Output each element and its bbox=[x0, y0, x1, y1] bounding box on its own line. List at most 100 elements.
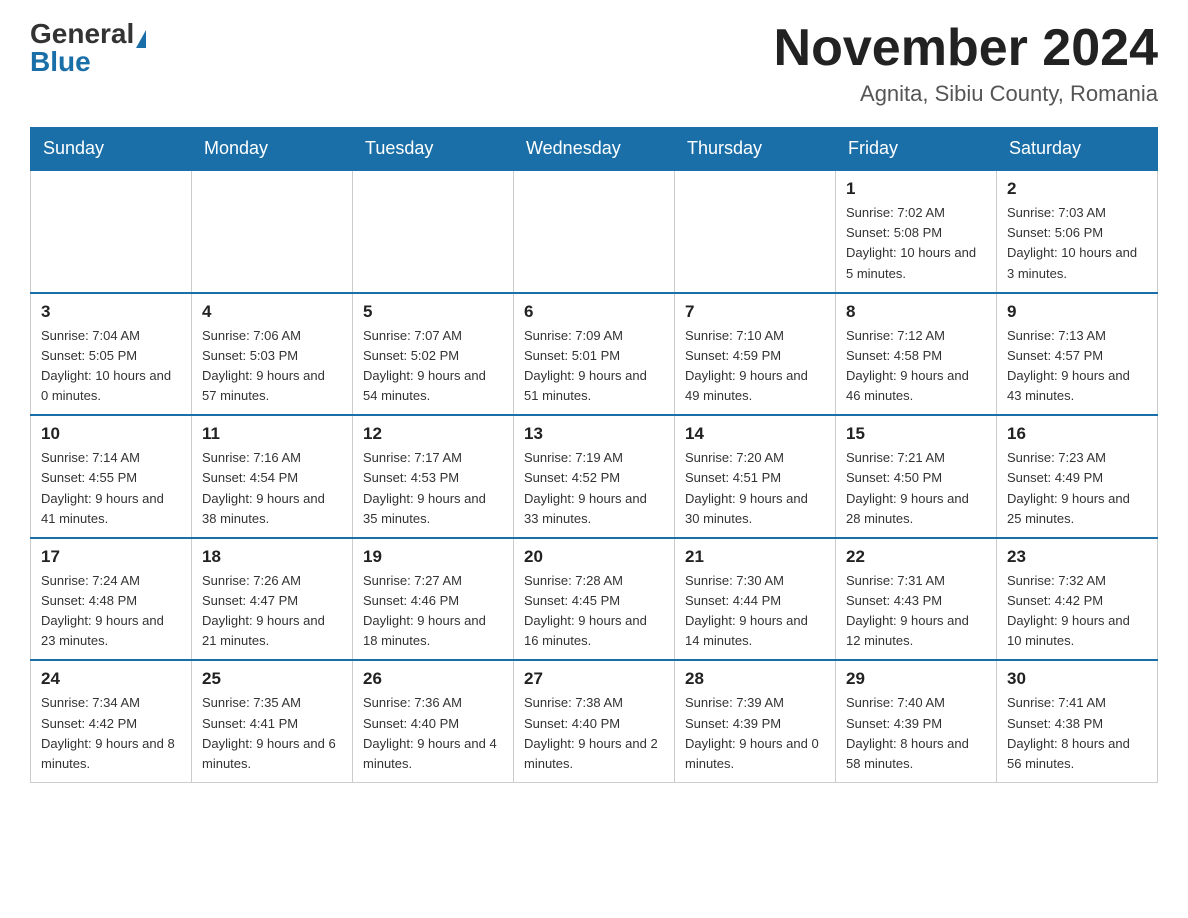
day-cell bbox=[353, 170, 514, 293]
day-info: Sunrise: 7:41 AMSunset: 4:38 PMDaylight:… bbox=[1007, 693, 1147, 774]
day-number: 5 bbox=[363, 302, 503, 322]
day-cell: 15 Sunrise: 7:21 AMSunset: 4:50 PMDayligh… bbox=[836, 415, 997, 538]
day-cell: 26 Sunrise: 7:36 AMSunset: 4:40 PMDayligh… bbox=[353, 660, 514, 782]
day-number: 10 bbox=[41, 424, 181, 444]
day-cell: 6 Sunrise: 7:09 AMSunset: 5:01 PMDaylight… bbox=[514, 293, 675, 416]
day-info: Sunrise: 7:10 AMSunset: 4:59 PMDaylight:… bbox=[685, 326, 825, 407]
week-row-4: 24 Sunrise: 7:34 AMSunset: 4:42 PMDayligh… bbox=[31, 660, 1158, 782]
day-number: 11 bbox=[202, 424, 342, 444]
day-info: Sunrise: 7:03 AMSunset: 5:06 PMDaylight:… bbox=[1007, 203, 1147, 284]
day-number: 21 bbox=[685, 547, 825, 567]
day-info: Sunrise: 7:32 AMSunset: 4:42 PMDaylight:… bbox=[1007, 571, 1147, 652]
title-section: November 2024 Agnita, Sibiu County, Roma… bbox=[774, 20, 1158, 107]
day-number: 30 bbox=[1007, 669, 1147, 689]
day-info: Sunrise: 7:20 AMSunset: 4:51 PMDaylight:… bbox=[685, 448, 825, 529]
day-number: 20 bbox=[524, 547, 664, 567]
location: Agnita, Sibiu County, Romania bbox=[774, 81, 1158, 107]
day-cell: 1 Sunrise: 7:02 AMSunset: 5:08 PMDaylight… bbox=[836, 170, 997, 293]
day-info: Sunrise: 7:40 AMSunset: 4:39 PMDaylight:… bbox=[846, 693, 986, 774]
header-monday: Monday bbox=[192, 128, 353, 171]
day-cell bbox=[675, 170, 836, 293]
day-cell: 24 Sunrise: 7:34 AMSunset: 4:42 PMDayligh… bbox=[31, 660, 192, 782]
day-info: Sunrise: 7:12 AMSunset: 4:58 PMDaylight:… bbox=[846, 326, 986, 407]
day-number: 23 bbox=[1007, 547, 1147, 567]
header-wednesday: Wednesday bbox=[514, 128, 675, 171]
day-info: Sunrise: 7:35 AMSunset: 4:41 PMDaylight:… bbox=[202, 693, 342, 774]
logo-top: General bbox=[30, 20, 146, 48]
day-cell: 17 Sunrise: 7:24 AMSunset: 4:48 PMDayligh… bbox=[31, 538, 192, 661]
logo-general-text: General bbox=[30, 18, 134, 49]
week-row-0: 1 Sunrise: 7:02 AMSunset: 5:08 PMDaylight… bbox=[31, 170, 1158, 293]
day-info: Sunrise: 7:26 AMSunset: 4:47 PMDaylight:… bbox=[202, 571, 342, 652]
day-info: Sunrise: 7:17 AMSunset: 4:53 PMDaylight:… bbox=[363, 448, 503, 529]
header-tuesday: Tuesday bbox=[353, 128, 514, 171]
calendar-table: SundayMondayTuesdayWednesdayThursdayFrid… bbox=[30, 127, 1158, 783]
day-cell bbox=[31, 170, 192, 293]
week-row-2: 10 Sunrise: 7:14 AMSunset: 4:55 PMDayligh… bbox=[31, 415, 1158, 538]
day-cell: 11Sunrise: 7:16 AMSunset: 4:54 PMDayligh… bbox=[192, 415, 353, 538]
day-number: 14 bbox=[685, 424, 825, 444]
day-number: 17 bbox=[41, 547, 181, 567]
day-info: Sunrise: 7:38 AMSunset: 4:40 PMDaylight:… bbox=[524, 693, 664, 774]
day-cell bbox=[514, 170, 675, 293]
logo-blue-text: Blue bbox=[30, 46, 91, 77]
day-number: 12 bbox=[363, 424, 503, 444]
day-number: 13 bbox=[524, 424, 664, 444]
day-number: 2 bbox=[1007, 179, 1147, 199]
day-info: Sunrise: 7:36 AMSunset: 4:40 PMDaylight:… bbox=[363, 693, 503, 774]
day-number: 6 bbox=[524, 302, 664, 322]
day-cell: 28Sunrise: 7:39 AMSunset: 4:39 PMDayligh… bbox=[675, 660, 836, 782]
calendar-header-row: SundayMondayTuesdayWednesdayThursdayFrid… bbox=[31, 128, 1158, 171]
day-info: Sunrise: 7:23 AMSunset: 4:49 PMDaylight:… bbox=[1007, 448, 1147, 529]
day-cell: 9Sunrise: 7:13 AMSunset: 4:57 PMDaylight… bbox=[997, 293, 1158, 416]
day-info: Sunrise: 7:21 AMSunset: 4:50 PMDaylight:… bbox=[846, 448, 986, 529]
day-cell: 5 Sunrise: 7:07 AMSunset: 5:02 PMDaylight… bbox=[353, 293, 514, 416]
day-number: 18 bbox=[202, 547, 342, 567]
day-info: Sunrise: 7:14 AMSunset: 4:55 PMDaylight:… bbox=[41, 448, 181, 529]
day-info: Sunrise: 7:31 AMSunset: 4:43 PMDaylight:… bbox=[846, 571, 986, 652]
day-number: 22 bbox=[846, 547, 986, 567]
day-number: 28 bbox=[685, 669, 825, 689]
week-row-1: 3Sunrise: 7:04 AMSunset: 5:05 PMDaylight… bbox=[31, 293, 1158, 416]
day-number: 25 bbox=[202, 669, 342, 689]
day-cell bbox=[192, 170, 353, 293]
day-cell: 2 Sunrise: 7:03 AMSunset: 5:06 PMDaylight… bbox=[997, 170, 1158, 293]
day-cell: 30 Sunrise: 7:41 AMSunset: 4:38 PMDayligh… bbox=[997, 660, 1158, 782]
day-cell: 29 Sunrise: 7:40 AMSunset: 4:39 PMDayligh… bbox=[836, 660, 997, 782]
day-number: 1 bbox=[846, 179, 986, 199]
day-number: 29 bbox=[846, 669, 986, 689]
day-info: Sunrise: 7:28 AMSunset: 4:45 PMDaylight:… bbox=[524, 571, 664, 652]
day-cell: 27Sunrise: 7:38 AMSunset: 4:40 PMDayligh… bbox=[514, 660, 675, 782]
day-number: 26 bbox=[363, 669, 503, 689]
day-info: Sunrise: 7:34 AMSunset: 4:42 PMDaylight:… bbox=[41, 693, 181, 774]
day-number: 4 bbox=[202, 302, 342, 322]
day-info: Sunrise: 7:09 AMSunset: 5:01 PMDaylight:… bbox=[524, 326, 664, 407]
month-title: November 2024 bbox=[774, 20, 1158, 77]
day-number: 8 bbox=[846, 302, 986, 322]
day-cell: 22 Sunrise: 7:31 AMSunset: 4:43 PMDayligh… bbox=[836, 538, 997, 661]
day-cell: 3Sunrise: 7:04 AMSunset: 5:05 PMDaylight… bbox=[31, 293, 192, 416]
page-header: General Blue November 2024 Agnita, Sibiu… bbox=[30, 20, 1158, 107]
day-number: 7 bbox=[685, 302, 825, 322]
day-cell: 7 Sunrise: 7:10 AMSunset: 4:59 PMDaylight… bbox=[675, 293, 836, 416]
day-number: 19 bbox=[363, 547, 503, 567]
day-number: 24 bbox=[41, 669, 181, 689]
day-cell: 16Sunrise: 7:23 AMSunset: 4:49 PMDayligh… bbox=[997, 415, 1158, 538]
day-cell: 10 Sunrise: 7:14 AMSunset: 4:55 PMDayligh… bbox=[31, 415, 192, 538]
day-info: Sunrise: 7:30 AMSunset: 4:44 PMDaylight:… bbox=[685, 571, 825, 652]
day-info: Sunrise: 7:24 AMSunset: 4:48 PMDaylight:… bbox=[41, 571, 181, 652]
header-friday: Friday bbox=[836, 128, 997, 171]
day-cell: 20 Sunrise: 7:28 AMSunset: 4:45 PMDayligh… bbox=[514, 538, 675, 661]
day-info: Sunrise: 7:06 AMSunset: 5:03 PMDaylight:… bbox=[202, 326, 342, 407]
day-info: Sunrise: 7:04 AMSunset: 5:05 PMDaylight:… bbox=[41, 326, 181, 407]
day-info: Sunrise: 7:27 AMSunset: 4:46 PMDaylight:… bbox=[363, 571, 503, 652]
day-info: Sunrise: 7:07 AMSunset: 5:02 PMDaylight:… bbox=[363, 326, 503, 407]
header-saturday: Saturday bbox=[997, 128, 1158, 171]
day-cell: 25 Sunrise: 7:35 AMSunset: 4:41 PMDayligh… bbox=[192, 660, 353, 782]
day-cell: 21 Sunrise: 7:30 AMSunset: 4:44 PMDayligh… bbox=[675, 538, 836, 661]
day-cell: 23 Sunrise: 7:32 AMSunset: 4:42 PMDayligh… bbox=[997, 538, 1158, 661]
day-cell: 19 Sunrise: 7:27 AMSunset: 4:46 PMDayligh… bbox=[353, 538, 514, 661]
week-row-3: 17 Sunrise: 7:24 AMSunset: 4:48 PMDayligh… bbox=[31, 538, 1158, 661]
day-info: Sunrise: 7:02 AMSunset: 5:08 PMDaylight:… bbox=[846, 203, 986, 284]
day-number: 15 bbox=[846, 424, 986, 444]
